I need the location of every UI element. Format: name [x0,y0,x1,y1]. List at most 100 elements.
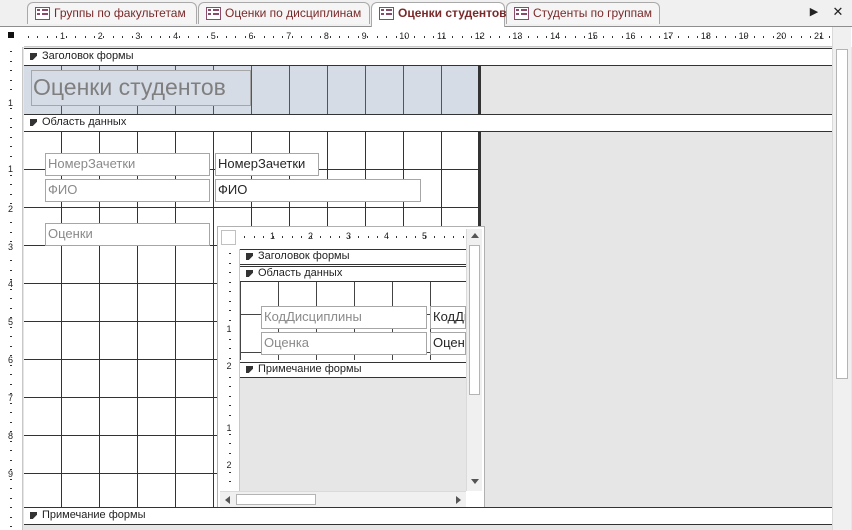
ruler-number: 2 [97,30,103,41]
ruler-number: 3 [135,30,141,41]
ruler-number: 9 [8,469,14,479]
detail-section-area: НомерЗачетки НомерЗачетки ФИО ФИО Оценки… [24,132,832,509]
ruler-number: 13 [512,30,523,41]
zach-label[interactable]: НомерЗачетки [45,153,210,176]
ruler-number: 1 [226,324,232,334]
ruler-number: 2 [8,204,14,214]
header-section-area: Оценки студентов [24,66,832,114]
ruler-number: 5 [8,317,14,327]
grades-subform[interactable]: 1 2 3 4 5 1 2 1 2 Заголовок формы Область данны… [217,226,485,509]
fio-field[interactable]: ФИО [215,179,421,202]
ruler-number: 6 [248,30,254,41]
grades-label[interactable]: Оценки [45,223,210,246]
form-icon [206,7,221,20]
ruler-number: 1 [8,98,14,108]
subform-section-bar-footer[interactable]: Примечание формы [240,362,466,378]
disc-label[interactable]: КодДисциплины [261,306,427,329]
ruler-number: 8 [323,30,329,41]
ruler-number: 7 [286,30,292,41]
section-label: Примечание формы [258,363,362,375]
ruler-number: 2 [308,231,314,241]
grade-label[interactable]: Оценка [261,332,427,355]
ruler-number: 21 [814,30,825,41]
ruler-number: 4 [384,231,390,241]
ruler-number: 15 [587,30,598,41]
ruler-number: 3 [8,242,14,252]
section-arrow-icon [30,512,37,519]
subform-horizontal-scrollbar[interactable] [220,491,466,507]
ruler-number: 5 [422,231,428,241]
ruler-number: 4 [8,279,14,289]
main-vertical-scrollbar[interactable] [832,27,851,530]
scroll-down-icon[interactable] [471,479,479,484]
tab-groups-by-faculty[interactable]: Группы по факультетам [27,2,197,24]
tab-label: Студенты по группам [533,6,652,20]
ruler-number: 11 [437,30,447,41]
ruler-number: 5 [210,30,216,41]
zach-field[interactable]: НомерЗачетки [215,153,319,176]
fio-label[interactable]: ФИО [45,179,210,202]
form-title-label[interactable]: Оценки студентов [31,70,251,106]
ruler-number: 20 [776,30,787,41]
subform-horizontal-ruler: 1 2 3 4 5 [240,229,466,245]
scroll-up-icon[interactable] [471,233,479,238]
ruler-number: 17 [663,30,674,41]
section-label: Заголовок формы [42,50,134,62]
ruler-number: 1 [270,231,276,241]
section-label: Область данных [258,267,343,279]
main-vscroll-thumb[interactable] [836,49,848,379]
form-icon [514,7,529,20]
ruler-number: 4 [173,30,179,41]
ruler-number: 9 [361,30,367,41]
ruler-number: 3 [346,231,352,241]
ruler-number: 1 [60,30,66,41]
tab-label: Оценки по дисциплинам [225,6,362,20]
scroll-left-icon[interactable] [225,496,230,504]
subform-empty-area [240,378,466,493]
tab-grades-by-discipline[interactable]: Оценки по дисциплинам [198,2,370,24]
document-tab-bar: Группы по факультетам Оценки по дисципли… [0,0,852,27]
ruler-number: 7 [8,393,14,403]
section-bar-detail[interactable]: Область данных [24,114,832,132]
tab-scroll-right-icon[interactable]: ▶ [806,2,822,22]
tab-students-by-group[interactable]: Студенты по группам [506,2,660,24]
section-arrow-icon [246,366,253,373]
ruler-number: 10 [399,30,410,41]
vertical-ruler: 1 1 2 3 4 5 6 7 8 9 [0,47,23,530]
disc-field[interactable]: КодДисциплины [430,306,466,329]
form-icon [35,7,50,20]
section-label: Заголовок формы [258,250,350,262]
section-arrow-icon [246,253,253,260]
section-label: Область данных [42,116,127,128]
subform-vertical-scrollbar[interactable] [466,229,482,491]
form-icon [379,7,394,20]
section-arrow-icon [30,53,37,60]
ruler-number: 2 [226,460,232,470]
tab-student-grades[interactable]: Оценки студентов [371,2,507,27]
ruler-number: 1 [8,164,14,174]
grade-field[interactable]: Оценка [430,332,466,355]
ruler-number: 12 [474,30,485,41]
section-label: Примечание формы [42,509,146,521]
ruler-number: 14 [550,30,561,41]
section-bar-form-footer[interactable]: Примечание формы [24,507,832,525]
ruler-number: 1 [226,423,232,433]
section-arrow-icon [30,119,37,126]
horizontal-ruler: 1 2 3 4 5 6 7 8 9 10 11 12 13 14 15 16 17 18 19 20 21 [24,27,832,47]
form-width-edge [478,66,481,114]
form-selector[interactable] [8,32,14,38]
subform-selector[interactable] [221,230,236,245]
scroll-right-icon[interactable] [456,496,461,504]
close-document-icon[interactable]: ✕ [830,2,846,22]
subform-section-bar-detail[interactable]: Область данных [240,266,466,282]
ruler-number: 2 [226,361,232,371]
subform-vscroll-thumb[interactable] [469,245,480,395]
ruler-number: 19 [738,30,749,41]
section-bar-form-header[interactable]: Заголовок формы [24,48,832,66]
subform-hscroll-thumb[interactable] [236,494,316,505]
ruler-number: 16 [625,30,636,41]
ruler-number: 18 [700,30,711,41]
subform-section-bar-header[interactable]: Заголовок формы [240,249,466,265]
tab-label: Группы по факультетам [54,6,186,20]
subform-vertical-ruler: 1 2 1 2 [220,249,240,493]
